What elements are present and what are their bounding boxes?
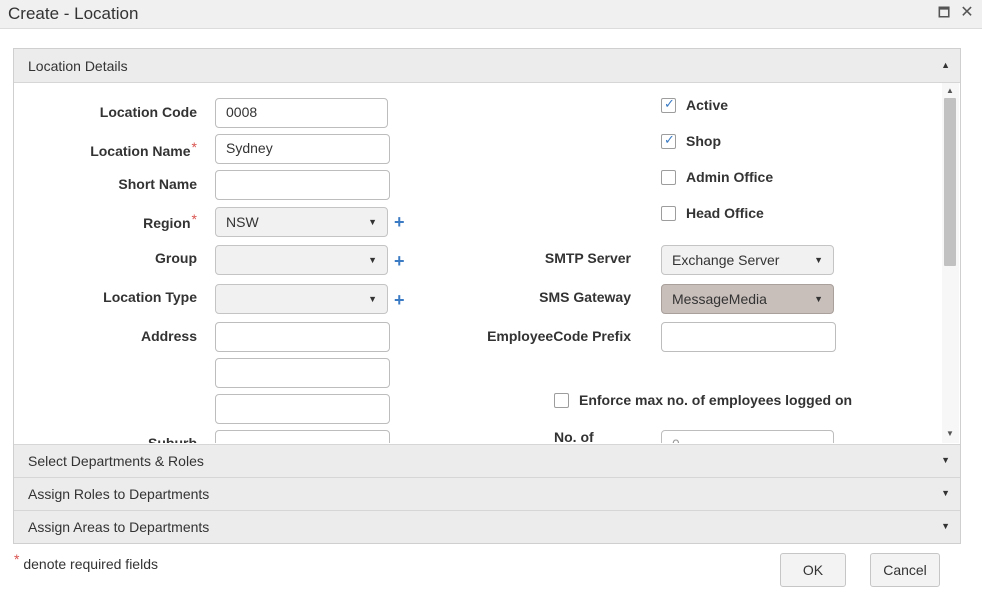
cancel-button[interactable]: Cancel — [870, 553, 940, 587]
accordion-label: Select Departments & Roles — [28, 453, 204, 469]
location-type-select[interactable]: ▼ — [215, 284, 388, 314]
location-details-content: Location Code 0008 Location Name* Sydney… — [14, 83, 960, 443]
add-location-type-icon[interactable]: + — [394, 291, 405, 309]
dropdown-arrow-icon: ▼ — [368, 294, 377, 304]
checkmark-icon: ✓ — [664, 132, 675, 147]
shop-label: Shop — [686, 133, 721, 149]
employee-code-prefix-label: EmployeeCode Prefix — [487, 328, 631, 344]
sms-gateway-label: SMS Gateway — [539, 289, 631, 305]
location-code-input[interactable]: 0008 — [215, 98, 388, 128]
region-value: NSW — [226, 214, 259, 230]
no-of-label: No. of — [554, 429, 594, 443]
accordion-label: Assign Areas to Departments — [28, 519, 210, 535]
admin-office-checkbox[interactable] — [661, 170, 676, 185]
head-office-checkbox[interactable] — [661, 206, 676, 221]
scroll-thumb[interactable] — [944, 98, 956, 266]
dropdown-arrow-icon: ▼ — [814, 255, 823, 265]
scroll-down-icon[interactable]: ▼ — [946, 429, 954, 438]
dropdown-arrow-icon: ▼ — [814, 294, 823, 304]
address-label: Address — [140, 328, 197, 344]
region-select[interactable]: NSW ▼ — [215, 207, 388, 237]
assign-roles-departments-header[interactable]: Assign Roles to Departments ▼ — [14, 477, 960, 510]
location-type-label: Location Type — [103, 289, 197, 305]
scrollbar[interactable]: ▲ ▼ — [942, 83, 959, 443]
add-group-icon[interactable]: + — [394, 252, 405, 270]
smtp-server-label: SMTP Server — [544, 250, 631, 266]
accordion-label: Assign Roles to Departments — [28, 486, 210, 502]
dialog-title: Create - Location — [8, 4, 139, 23]
checkmark-icon: ✓ — [664, 96, 675, 111]
sms-gateway-value: MessageMedia — [672, 291, 767, 307]
maximize-icon[interactable]: 🗖 — [936, 5, 952, 21]
dropdown-arrow-icon: ▼ — [368, 217, 377, 227]
required-marker: * — [14, 551, 20, 567]
short-name-input[interactable] — [215, 170, 390, 200]
title-bar: Create - Location 🗖 ✕ — [0, 0, 982, 29]
suburb-label: Suburb — [148, 435, 197, 443]
head-office-label: Head Office — [686, 205, 764, 221]
required-fields-note: * denote required fields — [13, 551, 158, 572]
caret-down-icon: ▼ — [941, 488, 950, 498]
select-departments-roles-header[interactable]: Select Departments & Roles ▼ — [14, 444, 960, 477]
dropdown-arrow-icon: ▼ — [368, 255, 377, 265]
assign-areas-departments-header[interactable]: Assign Areas to Departments ▼ — [14, 510, 960, 543]
location-code-label: Location Code — [99, 104, 197, 120]
location-details-title: Location Details — [28, 58, 128, 74]
required-marker: * — [191, 139, 197, 155]
location-details-header[interactable]: Location Details ▲ — [14, 49, 960, 83]
enforce-max-checkbox[interactable] — [554, 393, 569, 408]
employee-code-prefix-input[interactable] — [661, 322, 836, 352]
required-marker: * — [191, 211, 197, 227]
active-checkbox[interactable]: ✓ — [661, 96, 676, 113]
ok-button[interactable]: OK — [780, 553, 846, 587]
no-of-input[interactable]: 0 — [661, 430, 834, 443]
smtp-server-value: Exchange Server — [672, 252, 780, 268]
address-line1-input[interactable] — [215, 322, 390, 352]
caret-down-icon: ▼ — [941, 455, 950, 465]
smtp-server-select[interactable]: Exchange Server ▼ — [661, 245, 834, 275]
enforce-max-label: Enforce max no. of employees logged on — [579, 392, 853, 408]
caret-up-icon: ▲ — [941, 60, 950, 70]
scroll-up-icon[interactable]: ▲ — [946, 86, 954, 95]
address-line3-input[interactable] — [215, 394, 390, 424]
admin-office-label: Admin Office — [686, 169, 774, 185]
accordion-panel: Location Details ▲ Location Code 0008 Lo… — [13, 48, 961, 544]
group-select[interactable]: ▼ — [215, 245, 388, 275]
region-label: Region* — [143, 211, 197, 231]
short-name-label: Short Name — [118, 176, 197, 192]
close-icon[interactable]: ✕ — [959, 5, 975, 21]
group-label: Group — [155, 250, 197, 266]
address-line2-input[interactable] — [215, 358, 390, 388]
caret-down-icon: ▼ — [941, 521, 950, 531]
active-label: Active — [686, 97, 729, 113]
suburb-input[interactable] — [215, 430, 390, 443]
location-name-input[interactable]: Sydney — [215, 134, 390, 164]
add-region-icon[interactable]: + — [394, 213, 405, 231]
shop-checkbox[interactable]: ✓ — [661, 132, 676, 149]
location-name-label: Location Name* — [90, 139, 197, 159]
required-note-text: denote required fields — [23, 556, 158, 572]
sms-gateway-select[interactable]: MessageMedia ▼ — [661, 284, 834, 314]
